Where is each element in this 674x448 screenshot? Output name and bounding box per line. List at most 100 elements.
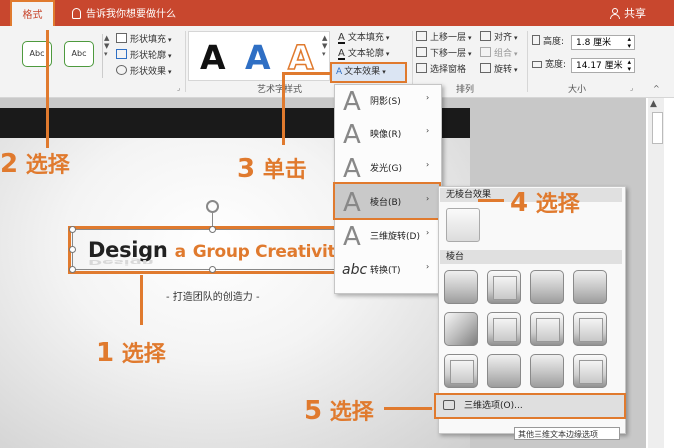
bevel-option[interactable] — [530, 354, 564, 388]
align-button[interactable]: 对齐 ▾ — [480, 31, 518, 45]
chevron-right-icon: › — [426, 126, 430, 135]
step-number: 3 — [237, 154, 256, 184]
text-outline-icon: A — [338, 48, 345, 60]
shape-style-scroll[interactable]: ▲ ▼ ▾ — [102, 34, 113, 78]
menu-item-label: 阴影(S) — [370, 97, 401, 107]
align-icon — [480, 31, 491, 41]
step-number: 2 — [0, 149, 19, 179]
shape-style-sample-2[interactable]: Abc — [64, 41, 94, 67]
width-value: 14.17 厘米 — [576, 61, 623, 71]
no-bevel-option[interactable] — [446, 208, 480, 242]
step-text: 选择 — [25, 153, 70, 178]
menu-item-label: 三维旋转(D) — [370, 232, 420, 242]
scrollbar-thumb[interactable] — [652, 112, 663, 144]
step-text: 选择 — [535, 192, 580, 217]
transform-icon: abc — [342, 262, 368, 278]
text-effects-label: 文本效果 — [344, 67, 381, 77]
shape-styles-launcher-icon[interactable]: ⌟ — [177, 84, 180, 92]
width-field[interactable]: 14.17 厘米 ▴ ▾ — [571, 58, 635, 73]
menu-item-glow[interactable]: A 发光(G) › — [334, 151, 440, 185]
annotation-line-4 — [478, 199, 504, 202]
tell-me-box[interactable]: 告诉我你想要做什么 — [72, 5, 176, 21]
wordart-sample-blue[interactable]: A — [245, 38, 271, 77]
text-effects-button[interactable]: A 文本效果 ▾ — [330, 62, 407, 83]
share-label: 共享 — [624, 7, 646, 20]
size-launcher-icon[interactable]: ⌟ — [630, 84, 633, 92]
resize-handle[interactable] — [69, 266, 76, 273]
annotation-line-5 — [384, 407, 432, 410]
annotation-line-1 — [140, 275, 143, 325]
lightbulb-icon — [72, 8, 81, 19]
bevel-option[interactable] — [573, 354, 607, 388]
vertical-scrollbar[interactable] — [648, 98, 664, 448]
bevel-option[interactable] — [530, 270, 564, 304]
shape-outline-button[interactable]: 形状轮廓 ▾ — [116, 49, 172, 63]
menu-item-shadow[interactable]: A 阴影(S) › — [334, 84, 440, 118]
bevel-option[interactable] — [444, 312, 478, 346]
menu-item-label: 发光(G) — [370, 164, 402, 174]
text-effects-icon: A — [336, 67, 343, 77]
width-icon — [532, 61, 542, 68]
shadow-icon: A — [343, 87, 361, 117]
group-icon — [480, 47, 491, 57]
arrange-group-label: 排列 — [456, 85, 475, 95]
annotation-line-2 — [46, 30, 49, 148]
bevel-option[interactable] — [487, 270, 521, 304]
bevel-option[interactable] — [530, 312, 564, 346]
bevel-option[interactable] — [573, 270, 607, 304]
height-value: 1.8 厘米 — [576, 38, 612, 48]
shape-fill-button[interactable]: 形状填充 ▾ — [116, 33, 172, 47]
bevel-item-highlight — [333, 182, 441, 220]
height-spinner[interactable]: ▴ ▾ — [627, 36, 631, 50]
text-outline-button[interactable]: A 文本轮廓 ▾ — [338, 47, 389, 61]
share-button[interactable]: 共享 — [610, 5, 646, 21]
3d-options-item[interactable]: 三维选项(O)... — [434, 393, 626, 419]
shape-effects-label: 形状效果 — [130, 67, 167, 77]
menu-item-transform[interactable]: abc 转换(T) › — [334, 253, 440, 287]
divider — [527, 31, 528, 92]
resize-handle[interactable] — [209, 226, 216, 233]
bevel-option[interactable] — [444, 354, 478, 388]
wordart-sample-black[interactable]: A — [200, 38, 226, 77]
pen-icon — [116, 49, 127, 59]
send-backward-icon — [416, 47, 427, 57]
bevel-option[interactable] — [444, 270, 478, 304]
text-fill-button[interactable]: A 文本填充 ▾ — [338, 31, 389, 45]
shape-effects-icon — [116, 65, 127, 75]
bring-forward-icon — [416, 31, 427, 41]
bring-forward-button[interactable]: 上移一层 ▾ — [416, 31, 472, 45]
chevron-right-icon: › — [426, 262, 430, 271]
group-button[interactable]: 组合 ▾ — [480, 47, 518, 61]
menu-item-3d-rotation[interactable]: A 三维旋转(D) › — [334, 219, 440, 253]
bevel-option[interactable] — [487, 354, 521, 388]
bevel-option[interactable] — [573, 312, 607, 346]
menu-item-label: 映像(R) — [370, 130, 402, 140]
slide-subtitle[interactable]: - 打造团队的创造力 - — [166, 288, 260, 303]
selection-pane-icon — [416, 63, 427, 73]
scroll-up-icon[interactable]: ▲ — [650, 99, 657, 109]
reflection-text: Design — [88, 258, 154, 266]
bevel-option[interactable] — [487, 312, 521, 346]
shape-fill-label: 形状填充 — [130, 35, 167, 45]
send-backward-button[interactable]: 下移一层 ▾ — [416, 47, 472, 61]
selection-pane-label: 选择窗格 — [430, 65, 467, 75]
collapse-ribbon-icon[interactable]: ^ — [653, 84, 660, 93]
bevel-header: 棱台 — [440, 250, 622, 264]
resize-handle[interactable] — [69, 246, 76, 253]
rotate-handle-icon[interactable] — [206, 200, 219, 213]
step-number: 5 — [304, 396, 323, 426]
tell-me-text: 告诉我你想要做什么 — [86, 9, 176, 20]
height-field[interactable]: 1.8 厘米 ▴ ▾ — [571, 35, 635, 50]
width-spinner[interactable]: ▴ ▾ — [627, 59, 631, 73]
menu-item-reflection[interactable]: A 映像(R) › — [334, 117, 440, 151]
selection-pane-button[interactable]: 选择窗格 — [416, 63, 466, 77]
group-label: 组合 — [494, 49, 513, 59]
resize-handle[interactable] — [209, 266, 216, 273]
tooltip: 其他三维文本边缘选项 — [514, 427, 620, 440]
divider — [185, 31, 186, 92]
resize-handle[interactable] — [69, 226, 76, 233]
shape-effects-button[interactable]: 形状效果 ▾ — [116, 65, 172, 79]
annotation-step-2: 2 选择 — [0, 147, 70, 179]
annotation-step-1: 1 选择 — [96, 336, 166, 368]
rotate-button[interactable]: 旋转 ▾ — [480, 63, 518, 77]
